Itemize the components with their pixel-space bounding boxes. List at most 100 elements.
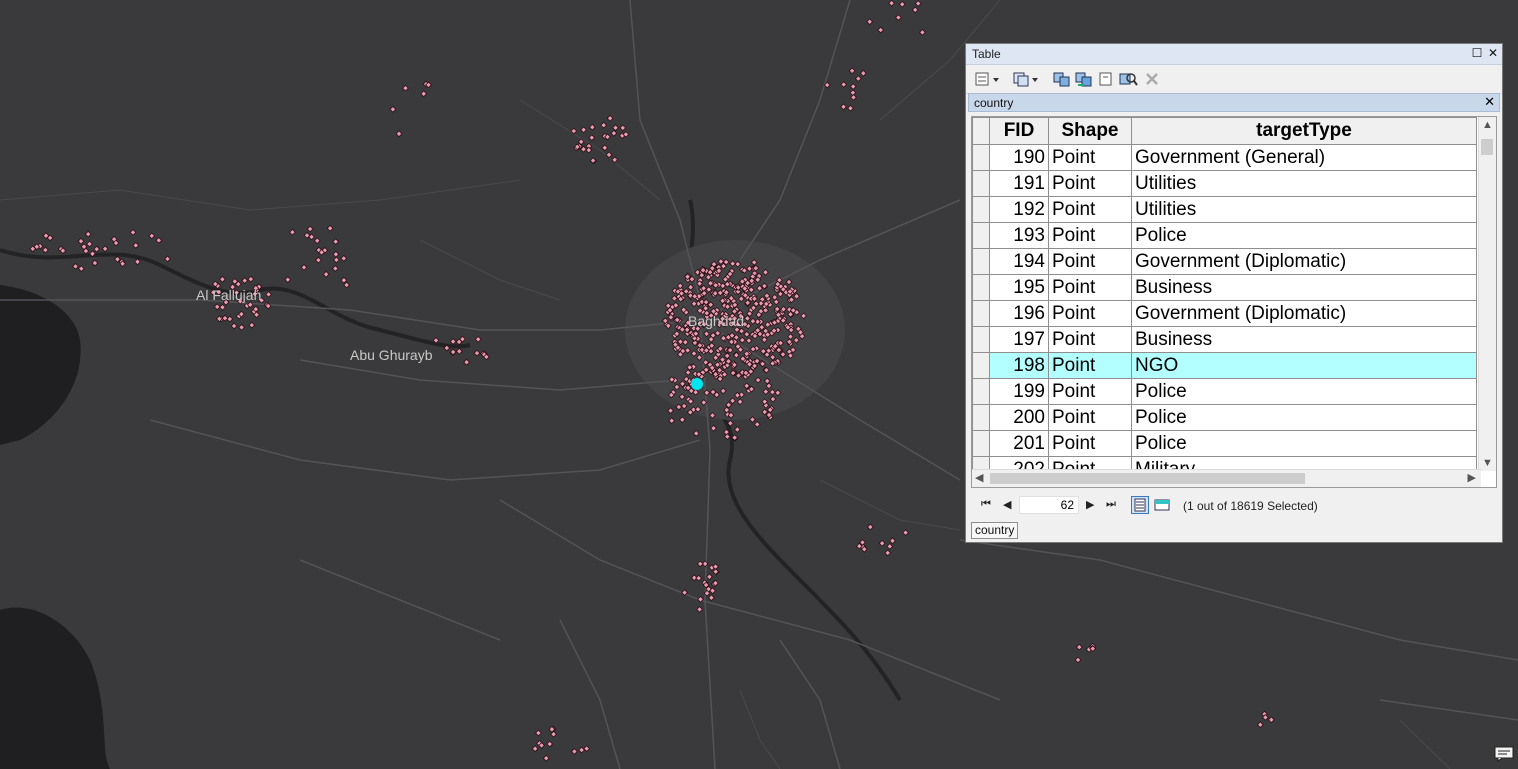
row-selector[interactable] (972, 274, 990, 301)
incident-point (449, 338, 457, 345)
incident-point (919, 29, 926, 36)
cell-shape: Point (1048, 196, 1132, 223)
cell-targettype: NGO (1131, 352, 1477, 379)
previous-record-icon[interactable]: ◀ (1003, 498, 1011, 511)
row-selector[interactable] (972, 196, 990, 223)
layer-tab-header[interactable]: country ✕ (968, 93, 1500, 112)
column-header-shape[interactable]: Shape (1048, 117, 1132, 145)
vertical-scroll-thumb[interactable] (1481, 139, 1493, 155)
next-record-icon[interactable]: ▶ (1086, 498, 1094, 511)
incident-point (340, 255, 348, 262)
table-row[interactable]: 201 Point Police (972, 430, 1477, 457)
incident-point (570, 127, 578, 135)
attribute-table-window[interactable]: Table ☐ ✕ country ✕ FID Shape targetType… (965, 43, 1503, 543)
zoom-to-selected-icon[interactable] (1118, 71, 1138, 87)
table-row[interactable]: 194 Point Government (Diplomatic) (972, 248, 1477, 275)
row-selector[interactable] (972, 430, 990, 457)
close-icon[interactable]: ✕ (1486, 46, 1500, 60)
incident-point (847, 104, 854, 112)
incident-point (306, 225, 314, 233)
table-row[interactable]: 191 Point Utilities (972, 170, 1477, 197)
last-record-icon[interactable]: ⏭ (1106, 498, 1116, 511)
row-selector[interactable] (972, 378, 990, 405)
table-options-icon[interactable] (974, 71, 1002, 87)
incident-point (289, 228, 296, 236)
maximize-icon[interactable]: ☐ (1470, 46, 1484, 60)
incident-point (619, 124, 627, 132)
scroll-right-icon[interactable]: ▶ (1468, 471, 1476, 484)
row-selector[interactable] (972, 170, 990, 197)
incident-point (340, 276, 348, 284)
first-record-icon[interactable]: ⏮ (981, 498, 991, 511)
record-navigation: ⏮ ◀ 62 ▶ ⏭ (1 out of 18619 Selected) (971, 494, 1497, 518)
attribute-grid[interactable]: FID Shape targetType 190 Point Government … (971, 116, 1497, 488)
incident-point (706, 573, 713, 581)
bottom-table-tab[interactable]: country (971, 522, 1019, 539)
scroll-down-icon[interactable]: ▼ (1482, 457, 1493, 469)
lake-left (0, 285, 81, 445)
show-all-records-icon[interactable] (1131, 496, 1149, 514)
current-record-input[interactable]: 62 (1019, 496, 1079, 514)
cell-shape: Point (1048, 326, 1132, 353)
table-title-bar[interactable]: Table ☐ ✕ (966, 44, 1502, 65)
incident-point (866, 523, 874, 531)
incident-point (546, 740, 554, 748)
table-row[interactable]: 197 Point Business (972, 326, 1477, 353)
select-by-attributes-icon[interactable] (1052, 71, 1072, 87)
cell-fid: 194 (989, 248, 1049, 275)
incident-point (241, 277, 249, 284)
horizontal-scrollbar[interactable]: ◀ ▶ (972, 469, 1481, 487)
lake-bottom-left (0, 607, 110, 769)
incident-point (455, 347, 463, 355)
incident-point (898, 0, 906, 8)
incident-point (284, 276, 292, 283)
row-selector[interactable] (972, 404, 990, 431)
clear-selection-icon[interactable] (1096, 71, 1116, 87)
row-selector[interactable] (972, 222, 990, 249)
table-row[interactable]: 200 Point Police (972, 404, 1477, 431)
row-selector[interactable] (972, 144, 990, 171)
chat-icon[interactable] (1494, 746, 1514, 762)
table-row[interactable]: 198 Point NGO (972, 352, 1477, 379)
horizontal-scroll-thumb[interactable] (990, 473, 1305, 484)
column-header-fid[interactable]: FID (989, 117, 1049, 145)
table-row[interactable]: 196 Point Government (Diplomatic) (972, 300, 1477, 327)
row-selector[interactable] (972, 300, 990, 327)
incident-point (840, 103, 847, 111)
row-selector-header[interactable] (972, 117, 990, 145)
cell-targettype: Utilities (1131, 170, 1477, 197)
incident-point (333, 256, 340, 264)
incident-point (265, 291, 272, 298)
incident-point (1256, 721, 1264, 729)
row-selector[interactable] (972, 326, 990, 353)
incident-point (878, 539, 886, 547)
table-toolbar (966, 65, 1502, 94)
scroll-up-icon[interactable]: ▲ (1482, 119, 1493, 131)
delete-selected-icon[interactable] (1142, 71, 1162, 87)
related-tables-icon[interactable] (1012, 71, 1040, 87)
cell-targettype: Police (1131, 222, 1477, 249)
table-row[interactable]: 192 Point Utilities (972, 196, 1477, 223)
scroll-left-icon[interactable]: ◀ (975, 471, 983, 484)
row-selector[interactable] (972, 352, 990, 379)
incident-point (132, 242, 140, 249)
vertical-scrollbar[interactable]: ▲ ▼ (1478, 117, 1496, 471)
table-row[interactable]: 193 Point Police (972, 222, 1477, 249)
incident-point (535, 729, 542, 737)
cell-shape: Point (1048, 222, 1132, 249)
table-row[interactable]: 199 Point Police (972, 378, 1477, 405)
row-selector[interactable] (972, 248, 990, 275)
switch-selection-icon[interactable] (1074, 71, 1094, 87)
incident-point (86, 240, 93, 248)
close-icon[interactable]: ✕ (1484, 94, 1495, 110)
table-row[interactable]: 190 Point Government (General) (972, 144, 1477, 171)
incident-point (91, 259, 99, 267)
table-row[interactable]: 195 Point Business (972, 274, 1477, 301)
incident-point (753, 421, 761, 428)
show-selected-records-icon[interactable] (1153, 496, 1171, 514)
column-header-targettype[interactable]: targetType (1131, 117, 1477, 145)
selected-point[interactable] (691, 378, 703, 390)
cell-fid: 196 (989, 300, 1049, 327)
incident-point (164, 255, 171, 263)
incident-point (1074, 656, 1082, 664)
